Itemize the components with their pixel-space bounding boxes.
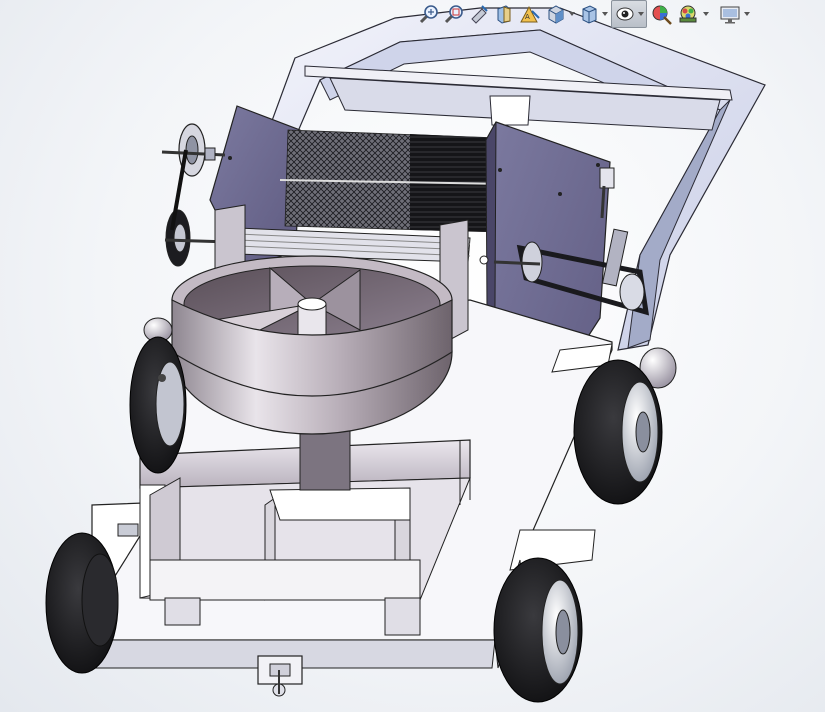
- zoom-to-fit-icon: [419, 5, 438, 24]
- view-settings-icon: [720, 6, 740, 24]
- dynamic-annotation-button[interactable]: A: [518, 1, 542, 27]
- graphics-area[interactable]: A: [0, 0, 825, 712]
- cad-model-view[interactable]: [0, 0, 825, 712]
- apply-scene-dropdown-icon[interactable]: [703, 12, 709, 16]
- wheel-rear-left: [129, 336, 187, 474]
- dynamic-annotation-icon: A: [520, 5, 540, 23]
- zoom-to-area-button[interactable]: [443, 1, 465, 27]
- hide-show-items-dropdown-icon[interactable]: [638, 12, 644, 16]
- previous-view-icon: [471, 5, 488, 24]
- wheel-front-right: [493, 557, 583, 703]
- zoom-to-area-icon: [444, 5, 463, 24]
- hide-show-items-icon: [616, 7, 634, 21]
- pulley-left-upper: [161, 123, 226, 177]
- display-style-button[interactable]: [578, 1, 608, 27]
- view-orientation-button[interactable]: [545, 1, 575, 27]
- wheel-rear-right: [573, 359, 663, 505]
- view-orientation-dropdown-icon[interactable]: [569, 12, 575, 16]
- view-settings-dropdown-icon[interactable]: [744, 12, 750, 16]
- heads-up-view-toolbar: A: [418, 0, 778, 28]
- display-style-dropdown-icon[interactable]: [602, 12, 608, 16]
- view-orientation-icon: [548, 5, 564, 24]
- brush-roller: [279, 129, 506, 233]
- hide-show-items-button[interactable]: [611, 0, 647, 28]
- edit-appearance-button[interactable]: [650, 1, 674, 27]
- svg-text:A: A: [525, 13, 530, 21]
- edit-appearance-icon: [652, 5, 672, 25]
- display-style-icon: [582, 5, 597, 24]
- tow-hitch: [257, 655, 303, 697]
- previous-view-button[interactable]: [468, 1, 490, 27]
- view-settings-button[interactable]: [718, 1, 750, 27]
- section-view-icon: [497, 5, 511, 24]
- zoom-to-fit-button[interactable]: [418, 1, 440, 27]
- section-view-button[interactable]: [493, 1, 515, 27]
- apply-scene-icon: [679, 5, 697, 23]
- apply-scene-button[interactable]: [677, 1, 709, 27]
